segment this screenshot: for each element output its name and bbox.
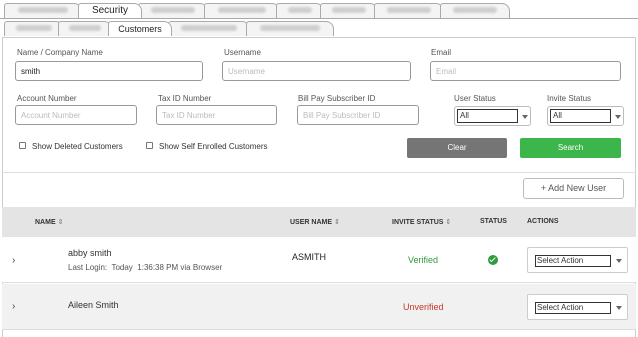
tab-blurred-4[interactable] xyxy=(276,3,324,18)
tab-blurred-6[interactable] xyxy=(374,3,444,18)
action-select[interactable]: Select Action xyxy=(527,294,628,320)
chevron-down-icon xyxy=(522,115,528,119)
table-row: › abby smith Last Login: Today 1:36:38 P… xyxy=(2,237,636,283)
last-login-day: Today xyxy=(111,263,133,272)
sort-icon: ⇕ xyxy=(445,219,452,226)
show-deleted-checkbox[interactable] xyxy=(19,142,26,149)
col-invite-status-label: INVITE STATUS xyxy=(392,219,444,226)
col-actions: ACTIONS xyxy=(527,218,559,225)
user-status-select[interactable]: All xyxy=(454,106,531,126)
tab-blurred-3[interactable] xyxy=(204,3,280,18)
check-circle-icon xyxy=(488,255,498,265)
subtab-blurred-1[interactable] xyxy=(4,21,64,36)
col-user-name[interactable]: USER NAME ⇕ xyxy=(290,218,340,226)
show-self-enrolled-checkbox[interactable] xyxy=(146,142,153,149)
user-status-label: User Status xyxy=(454,94,496,103)
customer-name: abby smith xyxy=(68,248,112,258)
action-select-value: Select Action xyxy=(535,255,611,267)
email-input[interactable] xyxy=(430,61,621,81)
user-status-value: All xyxy=(457,109,518,123)
invite-status-value: All xyxy=(550,109,611,123)
username-label: Username xyxy=(224,48,261,57)
subtab-blurred-2[interactable] xyxy=(58,21,112,36)
name-label: Name / Company Name xyxy=(17,48,103,57)
action-select-value: Select Action xyxy=(535,302,611,314)
account-number-input[interactable] xyxy=(15,105,137,125)
tab-blurred-7[interactable] xyxy=(440,3,510,18)
sort-icon: ⇕ xyxy=(333,219,340,226)
table-row: › Aileen Smith Unverified Select Action xyxy=(2,284,636,330)
top-tab-baseline xyxy=(0,18,638,19)
tab-customers-label: Customers xyxy=(118,24,162,34)
divider xyxy=(2,172,636,173)
bill-pay-label: Bill Pay Subscriber ID xyxy=(298,94,376,103)
invite-status: Unverified xyxy=(403,302,444,312)
show-self-enrolled-label: Show Self Enrolled Customers xyxy=(159,142,268,151)
action-select[interactable]: Select Action xyxy=(527,247,628,273)
chevron-down-icon xyxy=(616,259,622,263)
tax-id-label: Tax ID Number xyxy=(158,94,212,103)
last-login: Last Login: Today 1:36:38 PM via Browser xyxy=(68,263,222,272)
email-label: Email xyxy=(431,48,452,57)
chevron-right-icon[interactable]: › xyxy=(12,301,15,312)
user-name: ASMITH xyxy=(292,252,327,262)
tab-blurred-1[interactable] xyxy=(4,3,82,18)
invite-status-select[interactable]: All xyxy=(547,106,624,126)
last-login-detail: 1:36:38 PM via Browser xyxy=(137,263,223,272)
chevron-down-icon xyxy=(615,115,621,119)
account-number-label: Account Number xyxy=(17,94,77,103)
col-name-label: NAME xyxy=(35,219,56,226)
chevron-right-icon[interactable]: › xyxy=(12,255,15,266)
tax-id-input[interactable] xyxy=(156,105,277,125)
username-input[interactable] xyxy=(222,61,411,81)
tab-security[interactable]: Security xyxy=(78,3,142,18)
search-button[interactable]: Search xyxy=(520,138,621,158)
top-tab-row: Security xyxy=(0,3,638,18)
chevron-down-icon xyxy=(616,306,622,310)
customer-name: Aileen Smith xyxy=(68,300,119,310)
invite-status: Verified xyxy=(408,255,439,265)
subtab-blurred-4[interactable] xyxy=(246,21,334,36)
sub-tab-row: Customers xyxy=(0,21,638,36)
name-input[interactable] xyxy=(15,61,203,81)
sort-icon: ⇕ xyxy=(57,219,64,226)
add-new-user-button[interactable]: + Add New User xyxy=(523,178,624,199)
col-invite-status[interactable]: INVITE STATUS ⇕ xyxy=(392,218,451,226)
invite-status-label: Invite Status xyxy=(547,94,592,103)
show-deleted-label: Show Deleted Customers xyxy=(32,142,123,151)
tab-blurred-5[interactable] xyxy=(320,3,378,18)
col-status: STATUS xyxy=(480,218,507,225)
tab-blurred-2[interactable] xyxy=(138,3,208,18)
col-name[interactable]: NAME ⇕ xyxy=(35,218,63,226)
subtab-blurred-3[interactable] xyxy=(168,21,250,36)
clear-button[interactable]: Clear xyxy=(407,138,507,158)
table-header: NAME ⇕ USER NAME ⇕ INVITE STATUS ⇕ STATU… xyxy=(2,207,636,237)
bill-pay-input[interactable] xyxy=(297,105,419,125)
last-login-label: Last Login: xyxy=(68,263,108,272)
tab-customers[interactable]: Customers xyxy=(108,21,172,36)
tab-security-label: Security xyxy=(91,5,129,16)
col-user-name-label: USER NAME xyxy=(290,219,333,226)
